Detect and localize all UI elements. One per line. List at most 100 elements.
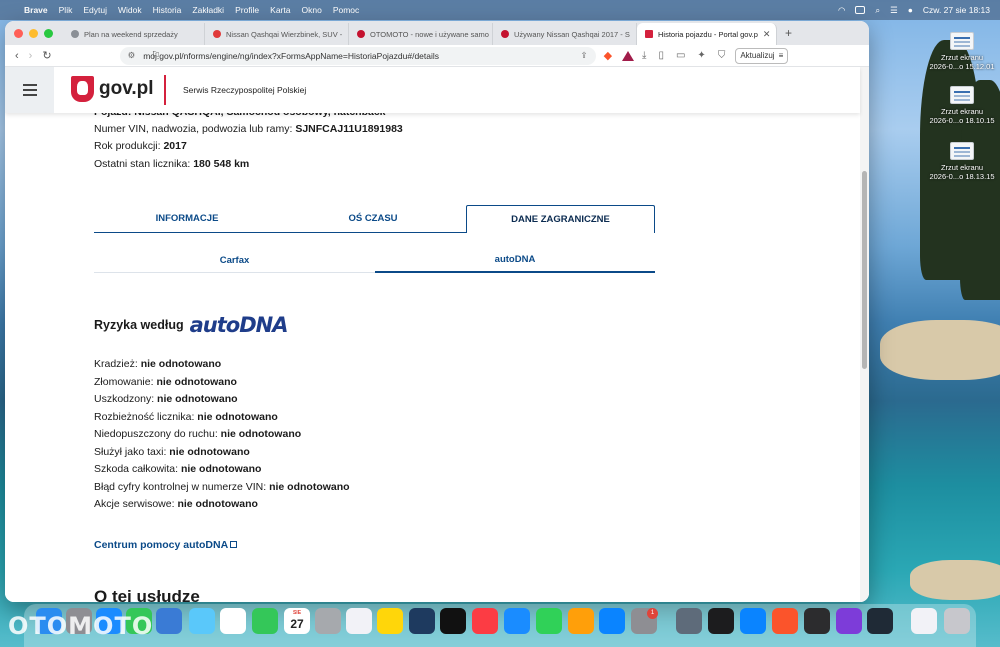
menu-history[interactable]: Historia	[153, 5, 182, 15]
menu-window[interactable]: Okno	[301, 5, 321, 15]
browser-tab[interactable]: Plan na weekend sprzedaży	[63, 23, 205, 45]
app-store-icon[interactable]	[599, 608, 625, 634]
wifi-icon[interactable]: ◠	[838, 5, 845, 16]
tab-os-czasu[interactable]: OŚ CZASU	[280, 205, 466, 233]
wallet-icon[interactable]: ▭	[676, 50, 685, 61]
risk-value: nie odnotowano	[169, 446, 250, 458]
scrollbar-thumb[interactable]	[862, 171, 867, 369]
notes-icon[interactable]	[377, 608, 403, 634]
zoom-window-button[interactable]	[44, 28, 53, 38]
brave-shields-icon[interactable]: ◆	[604, 49, 612, 62]
page-scrollbar[interactable]	[860, 67, 869, 602]
contacts-icon[interactable]	[315, 608, 341, 634]
menu-view[interactable]: Widok	[118, 5, 142, 15]
app-icon[interactable]	[836, 608, 862, 634]
siri-icon[interactable]: ●	[908, 5, 913, 15]
url-text: moj.gov.pl/nforms/engine/ng/index?xForms…	[143, 50, 440, 61]
facetime-icon[interactable]	[252, 608, 278, 634]
close-window-button[interactable]	[14, 28, 23, 38]
share-icon[interactable]: ⇪	[580, 50, 587, 61]
menu-clock[interactable]: Czw. 27 sie 18:13	[923, 5, 990, 15]
tab-carfax[interactable]: Carfax	[94, 248, 375, 273]
maps-icon[interactable]	[189, 608, 215, 634]
leo-ai-icon[interactable]: ✦	[697, 50, 705, 61]
menu-bookmarks[interactable]: Zakładki	[192, 5, 224, 15]
risk-value: nie odnotowano	[180, 463, 262, 475]
tab-informacje[interactable]: INFORMACJE	[94, 205, 280, 233]
menu-app-name[interactable]: Brave	[24, 5, 48, 15]
menu-file[interactable]: Plik	[59, 5, 73, 15]
keynote-icon[interactable]	[504, 608, 530, 634]
apple-tv-icon[interactable]	[440, 608, 466, 634]
site-settings-icon[interactable]: ⚙	[128, 50, 136, 61]
mail-icon[interactable]	[156, 608, 182, 634]
photos-icon[interactable]	[220, 608, 246, 634]
vpn-icon[interactable]: ⛉	[718, 50, 726, 61]
menu-icon: ≡	[778, 51, 784, 60]
tab-title: Nissan Qashqai Wierzbinek, SUV -	[226, 29, 343, 39]
browser-tab[interactable]: Nissan Qashqai Wierzbinek, SUV -	[205, 23, 349, 45]
numbers-icon[interactable]	[536, 608, 562, 634]
back-icon[interactable]: ‹	[15, 50, 19, 62]
menu-profiles[interactable]: Profile	[235, 5, 259, 15]
risk-label: Złomowanie:	[94, 376, 157, 388]
close-tab-icon[interactable]: ✕	[763, 29, 771, 40]
file-name-line: Zrzut ekranu	[940, 107, 984, 116]
autodna-help-link[interactable]: Centrum pomocy autoDNA	[94, 539, 238, 551]
calendar-icon[interactable]: SIE 27	[284, 608, 310, 634]
new-tab-button[interactable]: +	[785, 26, 792, 40]
tab-autodna[interactable]: autoDNA	[375, 248, 655, 273]
hamburger-menu-button[interactable]	[5, 67, 54, 113]
address-bar[interactable]: ⚙ moj.gov.pl/nforms/engine/ng/index?xFor…	[119, 46, 596, 65]
gov-logo[interactable]: gov.pl	[99, 78, 154, 100]
trash-icon[interactable]	[944, 608, 970, 634]
browser-tab[interactable]: OTOMOTO - nowe i używane samo	[349, 23, 493, 45]
calendar-month: SIE	[292, 610, 302, 616]
tab-dane-zagraniczne[interactable]: DANE ZAGRANICZNE	[466, 205, 655, 233]
bookmark-icon[interactable]: ⚐	[151, 49, 161, 62]
sidebar-icon[interactable]: ▯	[658, 50, 664, 61]
downloads-stack-icon[interactable]	[911, 608, 937, 634]
calendar-day: 27	[290, 617, 304, 631]
utility-app-icon[interactable]	[867, 608, 893, 634]
risk-value: nie odnotowano	[197, 411, 278, 423]
pages-icon[interactable]	[568, 608, 594, 634]
polish-eagle-icon	[71, 76, 94, 102]
vin-value: SJNFCAJ11U1891983	[295, 123, 403, 135]
reload-icon[interactable]: ↻	[42, 49, 51, 62]
browser-tab-active[interactable]: Historia pojazdu - Portal gov.p ✕	[637, 23, 777, 45]
disk-utility-icon[interactable]	[676, 608, 702, 634]
external-link-icon	[230, 541, 238, 548]
music-icon[interactable]	[472, 608, 498, 634]
browser-tab[interactable]: Używany Nissan Qashqai 2017 - S	[493, 23, 637, 45]
vin-label: Numer VIN, nadwozia, podwozia lub ramy:	[94, 123, 296, 135]
control-center-icon[interactable]: ☰	[890, 5, 898, 16]
freeform-icon[interactable]	[409, 608, 435, 634]
risk-heading: Ryzyka według autoDNA	[94, 313, 288, 337]
quicktime-icon[interactable]	[740, 608, 766, 634]
battery-icon[interactable]	[855, 6, 866, 14]
risk-value: nie odnotowano	[269, 481, 350, 493]
activity-monitor-icon[interactable]	[708, 608, 734, 634]
reminders-icon[interactable]	[346, 608, 372, 634]
brave-rewards-icon[interactable]	[622, 50, 635, 61]
desktop-screenshot-file[interactable]: Zrzut ekranu 2026-0...o 15.12.01	[922, 32, 1000, 71]
minimize-window-button[interactable]	[29, 28, 38, 38]
update-button[interactable]: Aktualizuj ≡	[735, 47, 789, 64]
forward-icon[interactable]: ›	[29, 50, 33, 62]
search-icon[interactable]: ⌕	[875, 5, 880, 16]
risk-item: Uszkodzony: nie odnotowano	[94, 393, 238, 405]
help-link-text: Centrum pomocy autoDNA	[94, 539, 229, 551]
piano-app-icon[interactable]	[804, 608, 830, 634]
odometer-row: Ostatni stan licznika: 180 548 km	[94, 158, 249, 170]
menu-tab[interactable]: Karta	[270, 5, 290, 15]
browser-window: Plan na weekend sprzedaży Nissan Qashqai…	[5, 21, 869, 602]
menu-edit[interactable]: Edytuj	[83, 5, 107, 15]
macos-menu-bar: Brave Plik Edytuj Widok Historia Zakładk…	[0, 0, 1000, 20]
tab-title: Historia pojazdu - Portal gov.p	[658, 29, 758, 39]
download-icon[interactable]: ⤓	[642, 50, 646, 61]
brave-browser-icon[interactable]	[772, 608, 798, 634]
desktop-screenshot-file[interactable]: Zrzut ekranu 2026-0...o 18.13.15	[922, 142, 1000, 181]
menu-help[interactable]: Pomoc	[333, 5, 359, 15]
desktop-screenshot-file[interactable]: Zrzut ekranu 2026-0...o 18.10.15	[922, 86, 1000, 125]
